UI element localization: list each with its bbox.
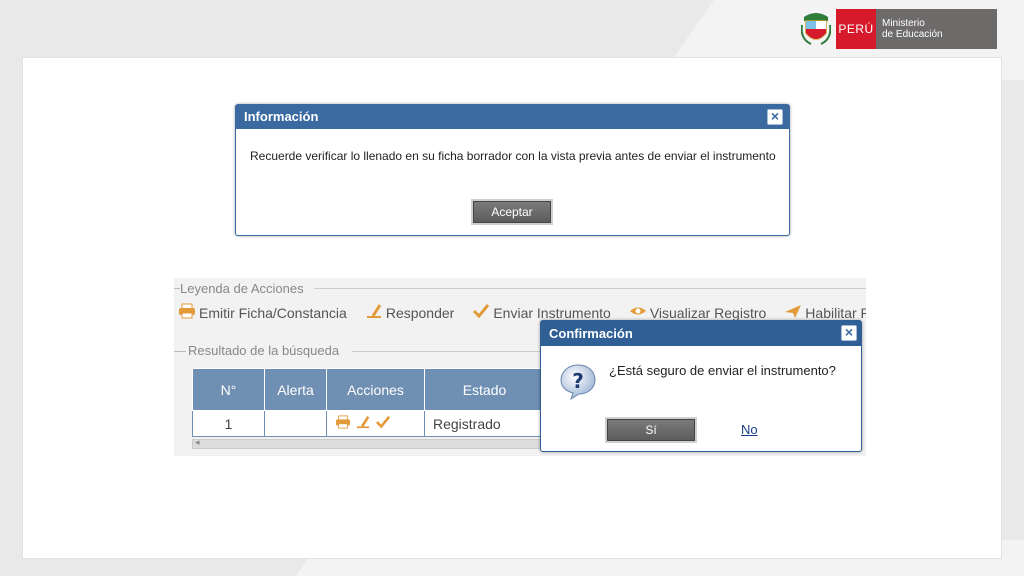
cell-n: 1 xyxy=(192,410,265,437)
yes-button[interactable]: Sí xyxy=(607,419,695,441)
column-header-estado[interactable]: Estado xyxy=(424,368,545,411)
info-dialog-message: Recuerde verificar lo llenado en su fich… xyxy=(250,149,776,163)
cell-estado: Registrado xyxy=(424,410,545,437)
peru-label: PERÚ xyxy=(836,9,876,49)
confirm-dialog: Confirmación × ? ¿Está seguro de enviar … xyxy=(540,320,862,452)
coat-of-arms-icon xyxy=(800,9,832,49)
confirm-dialog-message: ¿Está seguro de enviar el instrumento? xyxy=(609,363,836,378)
printer-icon xyxy=(178,303,196,322)
info-dialog-titlebar: Información × xyxy=(236,105,789,129)
pencil-icon xyxy=(365,303,383,322)
legend-label-emitir: Emitir Ficha/Constancia xyxy=(199,304,347,321)
close-icon[interactable]: × xyxy=(767,109,783,125)
ministry-line-2: de Educación xyxy=(882,29,943,40)
question-icon: ? xyxy=(559,363,597,401)
cell-acciones xyxy=(326,410,425,437)
printer-icon[interactable] xyxy=(335,415,351,432)
info-dialog-title: Información xyxy=(244,109,319,124)
minedu-logo: PERÚ Ministerio de Educación xyxy=(800,9,997,49)
legend-label-habilitar: Habilitar Regi xyxy=(805,304,866,321)
legend-label-responder: Responder xyxy=(385,304,455,321)
check-icon[interactable] xyxy=(375,415,391,432)
column-header-alerta[interactable]: Alerta xyxy=(264,368,327,411)
confirm-dialog-title: Confirmación xyxy=(549,326,633,341)
close-icon[interactable]: × xyxy=(841,325,857,341)
legend-label-visualizar: Visualizar Registro xyxy=(649,304,767,321)
svg-text:?: ? xyxy=(572,369,584,393)
accept-button[interactable]: Aceptar xyxy=(473,201,551,223)
check-icon xyxy=(472,303,490,322)
results-title: Resultado de la búsqueda xyxy=(188,343,340,358)
pencil-icon[interactable] xyxy=(355,415,371,432)
legend-item-responder: Responder xyxy=(365,303,455,322)
ministry-line-1: Ministerio xyxy=(882,18,925,29)
confirm-dialog-titlebar: Confirmación × xyxy=(541,321,861,346)
info-dialog: Información × Recuerde verificar lo llen… xyxy=(235,104,790,236)
no-link[interactable]: No xyxy=(741,422,758,437)
divider xyxy=(174,351,186,352)
legend-item-emitir: Emitir Ficha/Constancia xyxy=(178,303,347,322)
scroll-left-icon[interactable]: ◂ xyxy=(195,437,200,448)
divider xyxy=(314,288,866,289)
ministry-label: Ministerio de Educación xyxy=(876,9,997,49)
cell-alerta xyxy=(264,410,327,437)
legend-label-enviar: Enviar Instrumento xyxy=(493,304,611,321)
legend-title: Leyenda de Acciones xyxy=(180,281,304,296)
column-header-acciones[interactable]: Acciones xyxy=(326,368,425,411)
column-header-n[interactable]: N° xyxy=(192,368,265,411)
